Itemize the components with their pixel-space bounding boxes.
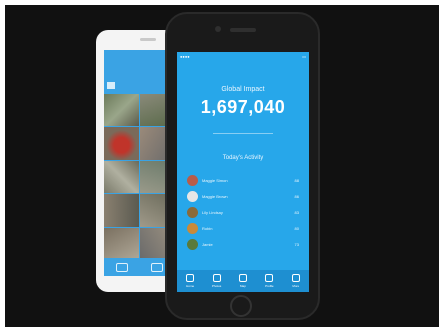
tab-map[interactable]: Map [235,272,251,290]
avatar [187,207,198,218]
front-camera [215,26,221,32]
impact-value: 1,697,040 [200,97,286,117]
photo-grid [104,94,174,260]
white-phone-header [104,50,174,94]
home-icon [186,274,195,282]
activity-name: Robin [202,226,213,231]
activity-list: Maggie Simon 88 Maggie Brown 86 Lily Lin… [187,173,299,253]
tab-bar: Home Photos Map Profile More [177,270,309,292]
photo-tile [104,160,139,194]
activity-name: Jamie [202,242,213,247]
home-button[interactable] [230,295,252,317]
photos-icon [212,274,221,282]
activity-score: 88 [294,178,299,183]
tab-more[interactable]: More [288,272,304,290]
activity-title: Today's Activity [222,155,264,161]
impact-title: Global Impact [221,86,265,93]
frame: ●●●● ▭ Global Impact 1,697,040 Today's A… [0,0,445,332]
tab-label: Home [186,284,195,288]
black-phone: ●●●● ▭ Global Impact 1,697,040 Today's A… [165,12,320,320]
photo-tile [104,127,139,160]
tab-profile[interactable]: Profile [261,272,277,290]
tab-home[interactable]: Home [182,272,198,290]
list-item[interactable]: Robin 80 [187,221,299,237]
list-item[interactable]: Lily Lindsay 83 [187,205,299,221]
photo-tile [104,227,139,260]
tab-label: Profile [265,284,274,288]
signal-icon: ●●●● [180,54,190,59]
activity-name: Maggie Brown [202,194,228,199]
earpiece [230,28,256,32]
avatar [187,191,198,202]
tab-label: More [292,284,300,288]
profile-icon [265,274,274,282]
app-screen: ●●●● ▭ Global Impact 1,697,040 Today's A… [177,52,309,292]
home-icon[interactable] [115,262,128,272]
tab-label: Map [240,284,246,288]
avatar [187,175,198,186]
list-item[interactable]: Jamie 73 [187,237,299,253]
avatar [187,239,198,250]
avatar [187,223,198,234]
activity-score: 73 [294,242,299,247]
activity-score: 80 [294,226,299,231]
battery-icon: ▭ [302,54,306,59]
photo-tile [104,94,139,127]
tab-photos[interactable]: Photos [209,272,225,290]
tab-label: Photos [211,284,222,288]
list-item[interactable]: Maggie Brown 86 [187,189,299,205]
activity-name: Maggie Simon [202,178,228,183]
menu-icon [107,82,115,89]
white-phone-screen [104,50,174,276]
list-item[interactable]: Maggie Simon 88 [187,173,299,189]
speaker [140,38,156,41]
white-phone-tabbar [104,258,174,276]
activity-name: Lily Lindsay [202,210,223,215]
activity-score: 83 [294,210,299,215]
activity-score: 86 [294,194,299,199]
map-icon [238,274,247,282]
photos-icon[interactable] [150,262,163,272]
divider [213,133,273,134]
more-icon [291,274,300,282]
photo-tile [104,194,139,227]
status-bar: ●●●● ▭ [177,52,309,60]
